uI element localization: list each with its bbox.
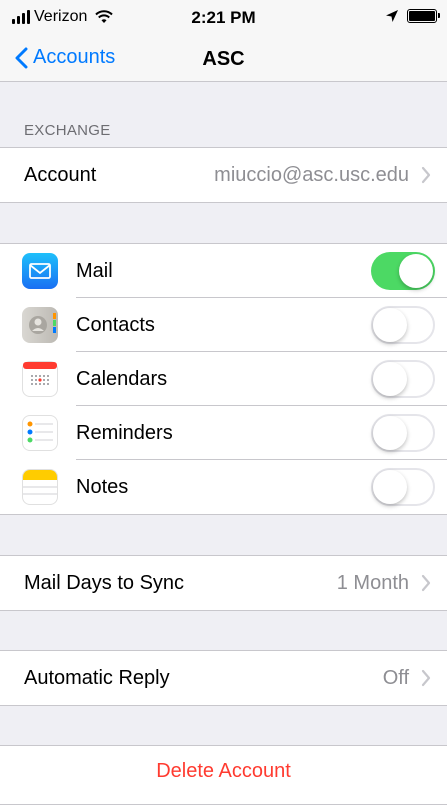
- delete-account-button[interactable]: Delete Account: [0, 760, 447, 783]
- account-value: miuccio@asc.usc.edu: [214, 163, 409, 186]
- service-label: Calendars: [76, 367, 168, 390]
- status-right: [385, 9, 440, 23]
- service-label: Mail: [76, 259, 113, 282]
- account-label: Account: [24, 163, 97, 186]
- reminders-icon: [22, 415, 58, 451]
- auto-reply-group: Automatic Reply Off: [0, 650, 447, 706]
- contacts-icon: [22, 307, 58, 343]
- mail-days-label: Mail Days to Sync: [24, 571, 185, 594]
- battery-icon: [407, 9, 440, 23]
- mail-days-row[interactable]: Mail Days to Sync 1 Month: [0, 556, 447, 610]
- service-row-notes: Notes: [0, 460, 447, 514]
- service-row-contacts: Contacts: [0, 298, 447, 352]
- service-label: Notes: [76, 475, 129, 498]
- notes-toggle[interactable]: [371, 468, 435, 506]
- chevron-right-icon: [421, 669, 431, 687]
- reminders-toggle[interactable]: [371, 414, 435, 452]
- service-row-calendars: Calendars: [0, 352, 447, 406]
- chevron-right-icon: [421, 166, 431, 184]
- notes-icon: [22, 469, 58, 505]
- mail-days-value: 1 Month: [336, 571, 409, 594]
- mail-icon: [22, 253, 58, 289]
- navigation-bar: Accounts ASC: [0, 40, 447, 82]
- service-row-mail: Mail: [0, 244, 447, 298]
- account-row[interactable]: Account miuccio@asc.usc.edu: [0, 148, 447, 202]
- auto-reply-value: Off: [382, 666, 409, 689]
- page-title: ASC: [202, 48, 245, 70]
- mail-days-group: Mail Days to Sync 1 Month: [0, 555, 447, 611]
- chevron-right-icon: [421, 574, 431, 592]
- calendars-toggle[interactable]: [371, 360, 435, 398]
- auto-reply-label: Automatic Reply: [24, 666, 170, 689]
- service-row-reminders: Reminders: [0, 406, 447, 460]
- account-group: Account miuccio@asc.usc.edu: [0, 147, 447, 203]
- service-label: Reminders: [76, 421, 173, 444]
- auto-reply-row[interactable]: Automatic Reply Off: [0, 651, 447, 705]
- location-arrow-icon: [386, 10, 398, 22]
- calendar-icon: [22, 361, 58, 397]
- status-time: 2:21 PM: [191, 8, 256, 27]
- section-header-exchange: EXCHANGE: [24, 122, 111, 139]
- service-label: Contacts: [76, 313, 155, 336]
- status-bar: Verizon 2:21 PM: [0, 0, 447, 40]
- services-group: Mail Contacts Calendars Reminders Notes: [0, 243, 447, 515]
- mail-toggle[interactable]: [371, 252, 435, 290]
- contacts-toggle[interactable]: [371, 306, 435, 344]
